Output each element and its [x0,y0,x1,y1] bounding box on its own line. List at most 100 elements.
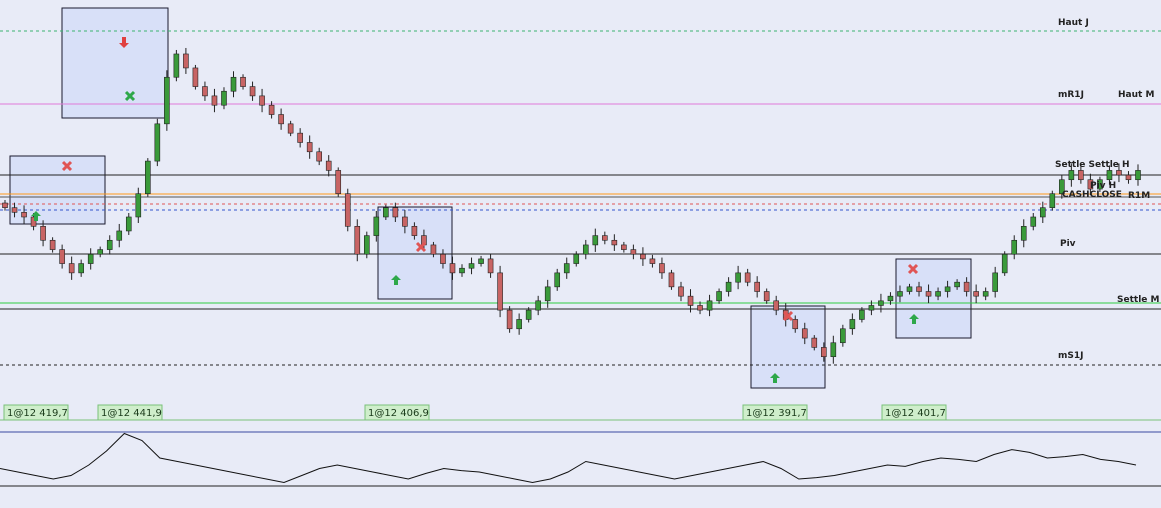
candle-body [221,90,227,106]
candle-body [1125,174,1132,181]
candle-body [830,342,837,358]
candle-body [1030,216,1037,227]
candle-body [963,281,970,292]
candle-body [668,272,675,288]
candle-body [211,95,218,106]
candle-body [582,244,589,255]
candle-body [164,76,170,125]
candle-body [354,226,361,255]
candle-body [268,104,275,115]
candle-body [87,253,94,264]
candle-body [497,272,503,311]
candle-body [1116,170,1122,176]
candle-body [944,286,951,292]
candle-body [868,305,875,311]
candle-body [1078,170,1084,181]
trade-box [895,258,972,339]
candle-body [592,235,599,246]
candle-body [297,132,303,143]
candle-body [859,309,865,320]
candle-body [906,286,913,292]
candle-body [145,160,151,194]
trade-label-text: 1@12 419,7 [7,408,68,419]
candle-body [363,235,370,255]
candle-body [640,253,646,260]
candle-body [525,309,532,320]
candle-body [706,300,713,311]
candle-body [192,67,199,87]
candle-body [1135,170,1141,181]
oscillator-panel [0,428,1161,508]
candle-body [202,86,208,97]
level-label: CASHCLOSE [1062,190,1122,200]
level-label: mR1J [1058,90,1084,100]
candle-body [1106,170,1113,181]
level-label: Settle Settle H [1055,160,1130,170]
candle-body [992,272,998,292]
candle-body [687,295,694,306]
candle-body [1020,226,1027,241]
candle-body [630,249,637,255]
candle-body [411,226,418,236]
candle-body [697,305,703,311]
candle-body [754,281,760,292]
candle-body [278,114,284,125]
candle-body [973,291,979,297]
oscillator-background [0,428,1161,508]
candle-body [1068,170,1075,181]
candle-body [373,216,380,236]
candle-body [935,291,941,297]
candle-body [154,123,161,162]
candle-body [649,258,656,264]
trade-label-text: 1@12 441,9 [101,408,162,419]
candle-body [259,95,265,106]
candle-body [183,53,189,69]
trade-box [377,206,453,300]
candle-body [878,300,884,306]
candle-body [59,249,65,264]
candle-body [659,263,665,274]
candle-body [487,258,494,274]
candle-body [544,286,551,302]
candle-body [68,263,75,274]
candle-body [573,253,580,264]
candle-body [135,193,142,218]
level-label: Haut M [1118,90,1154,100]
candle-body [440,253,446,264]
candle-body [621,244,627,250]
candle-body [897,291,903,297]
candle-body [735,272,741,283]
candle-body [2,202,8,208]
candle-body [11,207,18,213]
candle-body [916,286,922,292]
candle-body [287,123,294,134]
candle-body [887,295,894,302]
candle-body [716,291,722,302]
candle-body [316,151,322,162]
candle-body [21,212,27,218]
level-label: R1M [1128,191,1150,201]
candle-body [240,76,246,87]
candle-body [1049,193,1056,208]
candle-body [506,309,513,330]
trade-label-text: 1@12 401,7 [885,408,946,419]
level-label: Settle M [1117,295,1160,305]
level-label: mS1J [1058,351,1083,361]
candle-body [516,319,522,330]
candle-body [925,291,932,297]
level-label: Piv [1060,239,1076,249]
candle-body [325,160,332,171]
candle-body [563,263,570,274]
candle-body [1001,253,1008,274]
candle-body [773,300,780,311]
candle-body [392,207,399,218]
chart-container[interactable]: Haut JmR1J Haut M Settle Settle H Piv H CASH… [0,0,1161,508]
price-chart[interactable]: Haut JmR1J Haut MSettle Settle HPiv HCASH… [0,0,1161,508]
candle-body [468,263,475,269]
candle-body [954,281,960,288]
candle-body [249,86,256,97]
candle-body [49,239,56,250]
candle-body [125,216,132,232]
candle-body [744,272,751,283]
candle-body [430,244,437,255]
